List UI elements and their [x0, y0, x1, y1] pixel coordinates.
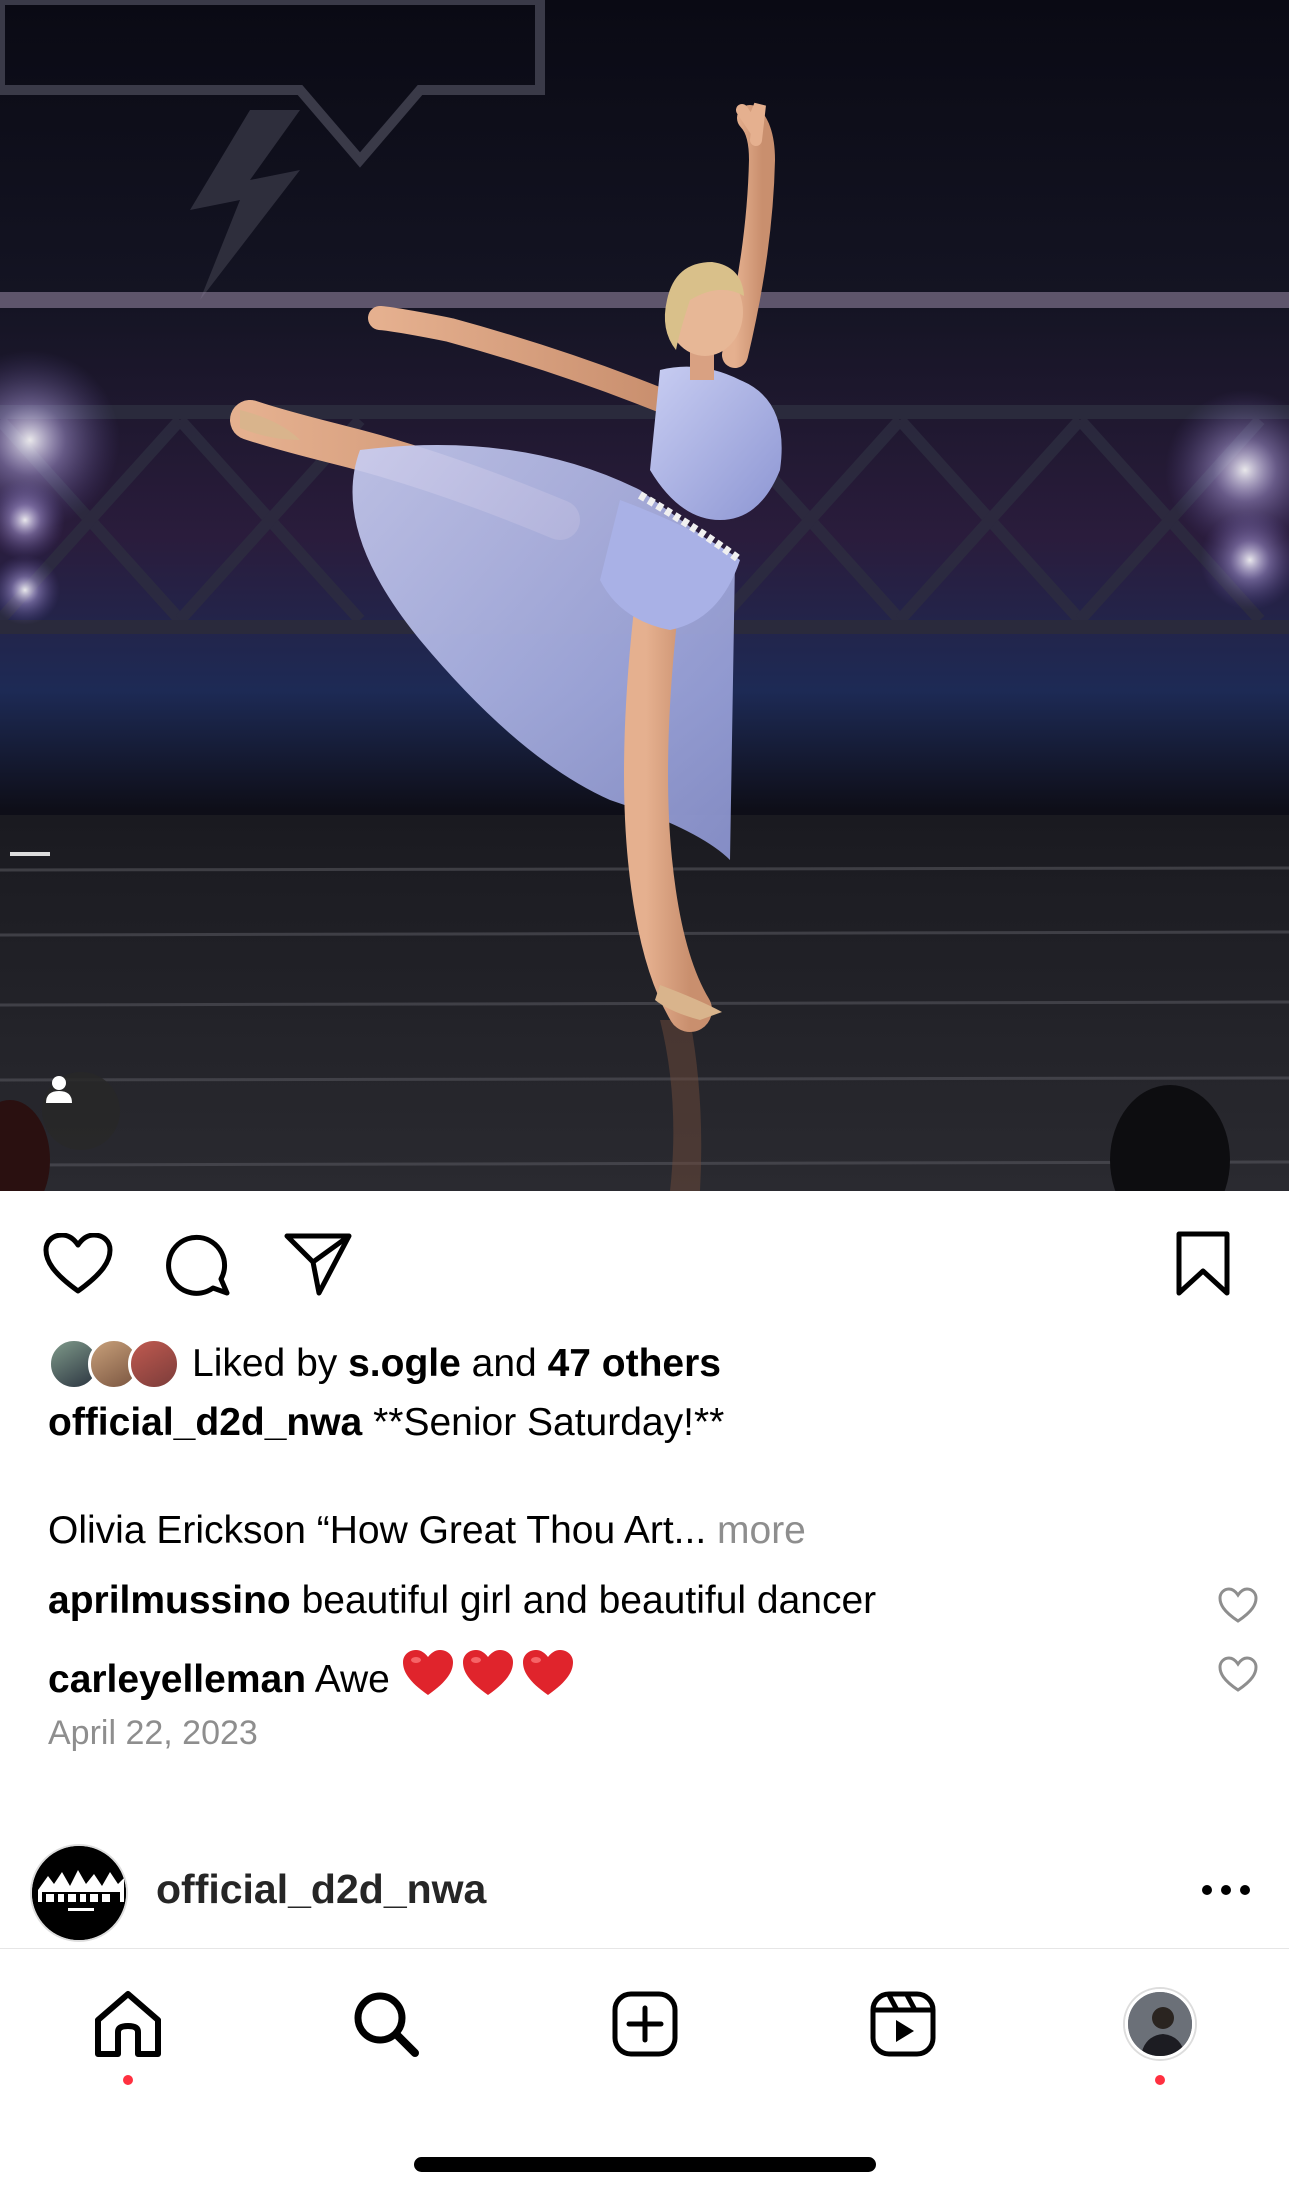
red-heart-icon — [462, 1650, 513, 1695]
person-icon — [46, 1076, 72, 1103]
home-icon — [95, 1991, 161, 2057]
share-button[interactable] — [280, 1226, 356, 1302]
tab-reels[interactable] — [858, 1979, 948, 2069]
share-icon — [284, 1233, 352, 1296]
caption-more-link[interactable]: more — [717, 1509, 806, 1552]
liker-avatar — [128, 1338, 180, 1390]
tab-search[interactable] — [341, 1979, 431, 2069]
caption-username[interactable]: official_d2d_nwa — [48, 1401, 362, 1444]
red-heart-icon — [402, 1650, 453, 1695]
comment-icon — [166, 1234, 230, 1296]
profile-notification-dot — [1155, 2075, 1165, 2085]
comment-text: beautiful girl and beautiful dancer — [301, 1579, 877, 1622]
tab-home[interactable] — [83, 1979, 173, 2069]
red-heart-emojis — [401, 1648, 575, 1698]
likes-and-label: and — [471, 1342, 537, 1385]
caption-continued: Olivia Erickson “How Great Thou Art... m… — [48, 1509, 806, 1553]
next-post-header: official_d2d_nwa — [0, 1842, 1289, 1942]
tab-profile[interactable] — [1115, 1979, 1205, 2069]
tagged-people-button[interactable] — [42, 1072, 120, 1150]
next-post-avatar[interactable] — [30, 1844, 128, 1942]
like-button[interactable] — [40, 1226, 116, 1302]
comment-username[interactable]: aprilmussino — [48, 1579, 291, 1622]
next-post-more-button[interactable] — [1193, 1860, 1259, 1920]
liked-by-label: Liked by — [192, 1342, 338, 1385]
comment-row: carleyelleman Awe — [48, 1648, 575, 1702]
dance-studio-logo — [32, 1846, 126, 1940]
liker-username[interactable]: s.ogle — [348, 1342, 461, 1385]
post-photo[interactable] — [0, 0, 1289, 1191]
save-button[interactable] — [1165, 1226, 1241, 1302]
comment-username[interactable]: carleyelleman — [48, 1658, 306, 1701]
red-heart-icon — [522, 1650, 573, 1695]
bottom-tab-bar — [0, 1948, 1289, 2198]
comment-like-heart-icon[interactable] — [1217, 1585, 1259, 1627]
comment-like-heart-icon[interactable] — [1217, 1654, 1259, 1696]
home-indicator — [414, 2157, 876, 2172]
liker-avatars — [48, 1336, 186, 1392]
create-icon — [612, 1991, 678, 2057]
search-icon — [354, 1992, 419, 2057]
likes-summary: Liked by s.ogle and 47 others — [192, 1342, 721, 1386]
profile-avatar — [1125, 1989, 1195, 2059]
dancer-photo-illustration — [0, 0, 1289, 1191]
bookmark-icon — [1176, 1231, 1230, 1296]
caption-second-line: Olivia Erickson “How Great Thou Art... — [48, 1509, 707, 1552]
likes-row[interactable]: Liked by s.ogle and 47 others — [48, 1336, 721, 1392]
comment-button[interactable] — [160, 1226, 236, 1302]
next-post-username[interactable]: official_d2d_nwa — [156, 1866, 486, 1913]
tab-create[interactable] — [600, 1979, 690, 2069]
profile-photo — [1128, 1992, 1192, 2056]
comment-text: Awe — [314, 1658, 390, 1701]
reels-icon — [870, 1991, 936, 2057]
home-notification-dot — [123, 2075, 133, 2085]
heart-icon — [43, 1233, 113, 1294]
post-action-bar — [0, 1226, 1289, 1302]
likes-others-count[interactable]: 47 others — [548, 1342, 721, 1385]
post-date: April 22, 2023 — [48, 1714, 258, 1752]
caption: official_d2d_nwa **Senior Saturday!** — [48, 1401, 724, 1445]
comment-row: aprilmussino beautiful girl and beautifu… — [48, 1579, 876, 1623]
more-icon — [1202, 1885, 1250, 1895]
caption-text: **Senior Saturday!** — [373, 1401, 725, 1444]
